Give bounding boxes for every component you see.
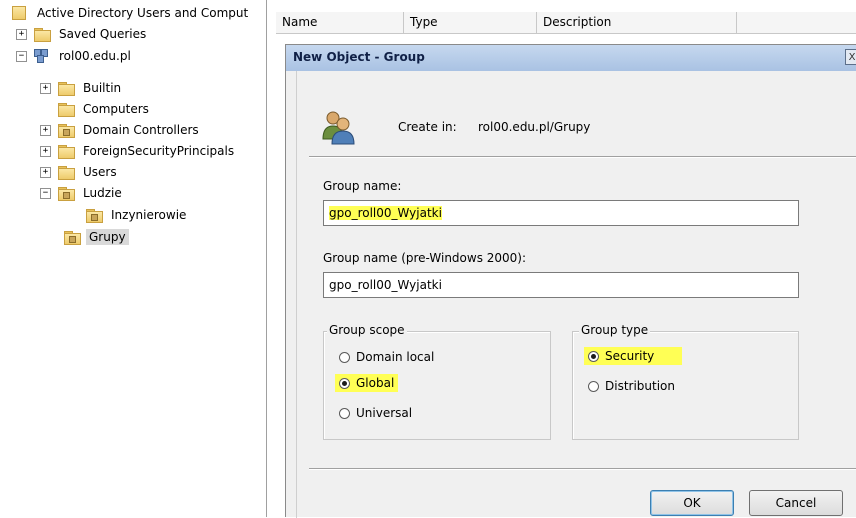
type-security-option[interactable]: Security [584,347,683,365]
folder-icon [34,27,51,42]
domain-icon [34,49,51,63]
tree-root-label: Active Directory Users and Comput [37,6,249,20]
radio-button-checked[interactable] [588,350,599,362]
radio-button-checked[interactable] [339,377,350,389]
expand-icon[interactable]: + [16,28,27,40]
expand-icon[interactable]: + [40,145,51,157]
list-header: Name Type Description [276,12,856,34]
tree-item-label: rol00.edu.pl [59,49,131,63]
tree-item-saved-queries[interactable]: + Saved Queries [16,24,149,44]
dialog-title: New Object - Group [293,50,425,64]
radio-label: Domain local [356,350,435,364]
radio-button[interactable] [588,380,599,392]
radio-button[interactable] [339,407,350,419]
ok-button[interactable]: OK [650,490,734,516]
group-name-value: gpo_roll00_Wyjatki [329,206,442,220]
tree-item-label: ForeignSecurityPrincipals [83,144,235,158]
folder-icon [58,81,75,96]
column-header-description[interactable]: Description [537,12,737,33]
tree-item-label: Builtin [83,81,122,95]
column-header-type[interactable]: Type [404,12,537,33]
create-in-path: rol00.edu.pl/Grupy [478,120,591,134]
expand-icon[interactable]: + [40,124,51,136]
group-name-label: Group name: [323,179,402,193]
group-scope-title: Group scope [327,323,407,337]
tree-item-domain-controllers[interactable]: + Domain Controllers [40,120,202,140]
folder-icon [58,102,75,117]
divider [309,468,856,470]
column-header-name[interactable]: Name [276,12,404,33]
pre2000-name-value: gpo_roll00_Wyjatki [329,278,442,292]
tree-item-label: Ludzie [83,186,122,200]
tree-item-domain[interactable]: − rol00.edu.pl [16,46,134,66]
tree-item-computers[interactable]: Computers [40,99,152,119]
divider [309,156,856,158]
radio-button[interactable] [339,351,350,363]
expand-icon[interactable]: + [40,166,51,178]
group-users-icon [322,111,355,145]
radio-label: Security [605,349,655,363]
tree-item-label: Computers [83,102,149,116]
tree-item-grupy[interactable]: Grupy [64,227,129,247]
pre2000-name-label: Group name (pre-Windows 2000): [323,251,527,265]
tree-item-foreign-security-principals[interactable]: + ForeignSecurityPrincipals [40,141,237,161]
ou-folder-icon [58,186,75,201]
ou-folder-icon [64,230,81,245]
tree-item-label: Saved Queries [59,27,147,41]
dialog-titlebar[interactable]: New Object - Group X [286,45,856,71]
expand-icon[interactable]: + [40,82,51,94]
tree-item-users[interactable]: + Users [40,162,120,182]
new-object-group-dialog: New Object - Group X Create in: rol00.ed… [285,44,856,518]
ou-folder-icon [86,208,103,223]
folder-icon [58,144,75,159]
type-distribution-option[interactable]: Distribution [588,377,675,395]
group-name-input[interactable]: gpo_roll00_Wyjatki [323,200,799,226]
tree-item-label: Domain Controllers [83,123,199,137]
cancel-button[interactable]: Cancel [749,490,843,516]
tree-item-builtin[interactable]: + Builtin [40,78,124,98]
scope-global-option[interactable]: Global [335,374,399,392]
radio-label: Global [356,376,395,390]
pre2000-name-input[interactable]: gpo_roll00_Wyjatki [323,272,799,298]
ou-folder-icon [58,123,75,138]
collapse-icon[interactable]: − [40,187,51,199]
scope-universal-option[interactable]: Universal [339,404,412,422]
tree-item-label: Users [83,165,117,179]
scope-domain-local-option[interactable]: Domain local [339,348,434,366]
tree-root-item[interactable]: Active Directory Users and Comput [12,3,251,23]
group-type-title: Group type [579,323,651,337]
tree-item-inzynierowie[interactable]: Inzynierowie [86,205,189,225]
tree-item-label: Inzynierowie [111,208,187,222]
radio-label: Distribution [605,379,676,393]
tree-item-label-selected: Grupy [86,229,129,245]
tree-item-ludzie[interactable]: − Ludzie [40,183,125,203]
folder-icon [58,165,75,180]
collapse-icon[interactable]: − [16,50,27,62]
snapin-icon [12,6,26,20]
radio-label: Universal [356,406,413,420]
console-tree: Active Directory Users and Comput + Save… [0,0,267,517]
close-icon[interactable]: X [845,49,856,65]
create-in-label: Create in: [398,120,457,134]
